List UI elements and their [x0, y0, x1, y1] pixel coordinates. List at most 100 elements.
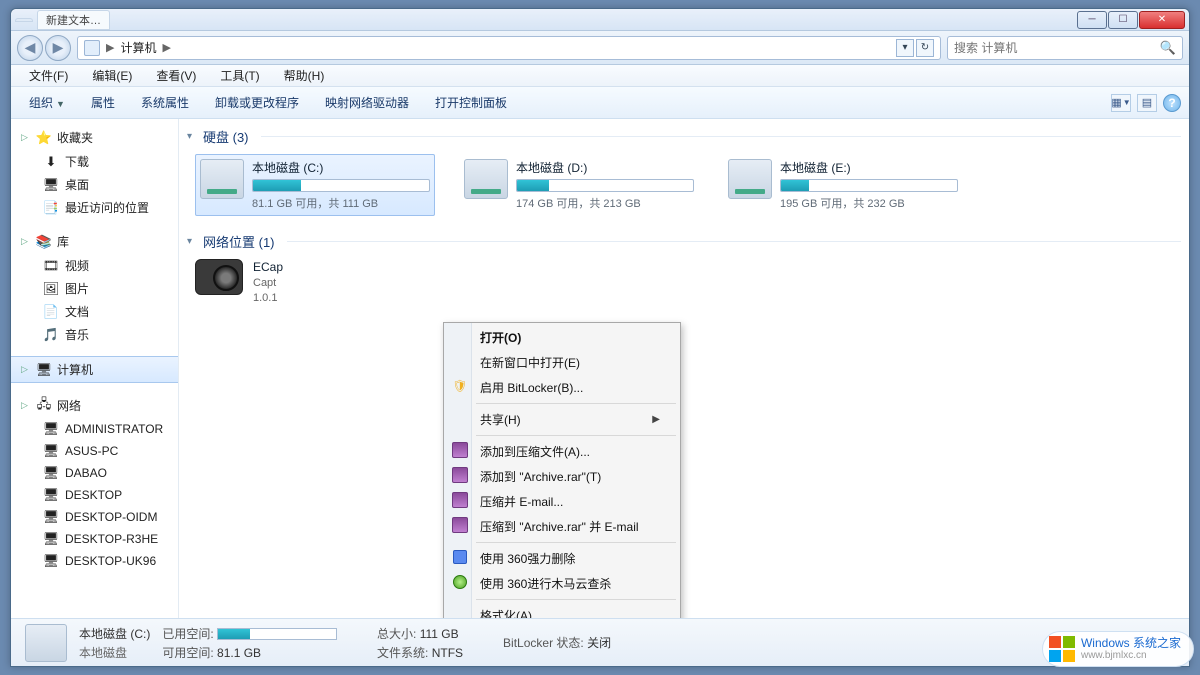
command-toolbar: 组织▼ 属性 系统属性 卸载或更改程序 映射网络驱动器 打开控制面板 ▦▼ ▤ … [11, 87, 1189, 119]
help-icon[interactable]: ? [1163, 94, 1181, 112]
maximize-button[interactable]: ☐ [1108, 11, 1138, 29]
menu-help[interactable]: 帮助(H) [274, 65, 335, 86]
sidebar-network-pc[interactable]: 🖥DESKTOP-OIDM [11, 506, 178, 528]
map-drive-button[interactable]: 映射网络驱动器 [315, 90, 419, 115]
ctx-share[interactable]: 共享(H)▶ [446, 407, 678, 432]
tab-background[interactable] [15, 18, 33, 22]
music-icon: 🎵 [43, 327, 59, 343]
ctx-open-new-window[interactable]: 在新窗口中打开(E) [446, 350, 678, 375]
drive-e-usage-bar [780, 179, 958, 192]
sidebar-network[interactable]: ▷ 🖧 网络 [11, 393, 178, 418]
system-properties-button[interactable]: 系统属性 [131, 90, 199, 115]
organize-button[interactable]: 组织▼ [19, 90, 75, 115]
status-drive-name: 本地磁盘 (C:) [79, 625, 150, 642]
status-free-label: 可用空间: [162, 646, 213, 660]
drive-e[interactable]: 本地磁盘 (E:) 195 GB 可用，共 232 GB [723, 154, 963, 216]
star-icon: ⭐ [36, 130, 52, 146]
rar-icon [452, 517, 468, 533]
drive-d-usage-bar [516, 179, 694, 192]
pc-icon: 🖥 [43, 443, 59, 459]
network-group-header[interactable]: ▾ 网络位置 (1) [179, 230, 1189, 253]
ctx-add-archive[interactable]: 添加到压缩文件(A)... [446, 439, 678, 464]
sidebar-libraries-label: 库 [57, 233, 69, 250]
network-locations-group: ▾ 网络位置 (1) ECap Capt 1.0.1 [179, 230, 1189, 307]
status-total-label: 总大小: [377, 627, 416, 641]
menu-tools[interactable]: 工具(T) [210, 65, 269, 86]
status-bitlocker-label: BitLocker 状态: [503, 636, 584, 650]
sidebar-favorites-label: 收藏夹 [57, 129, 93, 146]
ctx-add-archive-rar[interactable]: 添加到 "Archive.rar"(T) [446, 464, 678, 489]
status-usage-bar [217, 628, 337, 640]
sidebar-item-documents[interactable]: 📄文档 [11, 300, 178, 323]
drive-d-sub: 174 GB 可用，共 213 GB [516, 195, 694, 211]
breadcrumb-computer[interactable]: 计算机 [120, 39, 156, 56]
ctx-open[interactable]: 打开(O) [446, 325, 678, 350]
refresh-button[interactable]: ↻ [916, 39, 934, 57]
status-bitlocker-value: 关闭 [587, 636, 611, 650]
menu-edit[interactable]: 编辑(E) [82, 65, 142, 86]
sidebar-item-music[interactable]: 🎵音乐 [11, 323, 178, 346]
ctx-format[interactable]: 格式化(A)... [446, 603, 678, 618]
pc-icon: 🖥 [43, 465, 59, 481]
sidebar-network-pc[interactable]: 🖥ADMINISTRATOR [11, 418, 178, 440]
sidebar-item-recent[interactable]: 📑最近访问的位置 [11, 196, 178, 219]
ctx-bitlocker[interactable]: 🛡 启用 BitLocker(B)... [446, 375, 678, 400]
sidebar-network-label: 网络 [57, 397, 81, 414]
status-used-label: 已用空间: [162, 627, 213, 641]
sidebar-network-pc[interactable]: 🖥DABAO [11, 462, 178, 484]
ctx-compress-email[interactable]: 压缩并 E-mail... [446, 489, 678, 514]
preview-pane-button[interactable]: ▤ [1137, 94, 1157, 112]
uninstall-button[interactable]: 卸载或更改程序 [205, 90, 309, 115]
view-options-button[interactable]: ▦▼ [1111, 94, 1131, 112]
expand-icon: ▷ [21, 132, 31, 143]
rar-icon [452, 442, 468, 458]
sidebar-network-pc[interactable]: 🖥ASUS-PC [11, 440, 178, 462]
ctx-compress-rar-email[interactable]: 压缩到 "Archive.rar" 并 E-mail [446, 514, 678, 539]
sidebar-item-desktop[interactable]: 🖥桌面 [11, 173, 178, 196]
properties-button[interactable]: 属性 [81, 90, 125, 115]
ctx-360-scan[interactable]: 使用 360进行木马云查杀 [446, 571, 678, 596]
close-button[interactable]: ✕ [1139, 11, 1185, 29]
sidebar-network-pc[interactable]: 🖥DESKTOP [11, 484, 178, 506]
drives-group-label: 硬盘 (3) [203, 127, 249, 146]
minimize-button[interactable]: ─ [1077, 11, 1107, 29]
library-icon: 📚 [36, 234, 52, 250]
sidebar-computer-label: 计算机 [57, 361, 93, 378]
sidebar-libraries[interactable]: ▷ 📚 库 [11, 229, 178, 254]
drive-e-sub: 195 GB 可用，共 232 GB [780, 195, 958, 211]
watermark-url: www.bjmlxc.cn [1081, 650, 1181, 661]
sidebar-network-pc[interactable]: 🖥DESKTOP-UK96 [11, 550, 178, 572]
ctx-360-delete[interactable]: 使用 360强力删除 [446, 546, 678, 571]
drive-c[interactable]: 本地磁盘 (C:) 81.1 GB 可用，共 111 GB [195, 154, 435, 216]
drives-group-header[interactable]: ▾ 硬盘 (3) [179, 125, 1189, 148]
status-drive-type: 本地磁盘 [79, 644, 150, 661]
network-location-item[interactable]: ECap Capt 1.0.1 [253, 259, 283, 307]
camera-icon [195, 259, 243, 295]
search-input[interactable] [954, 41, 1160, 55]
computer-icon: 🖥 [36, 362, 52, 378]
drive-d[interactable]: 本地磁盘 (D:) 174 GB 可用，共 213 GB [459, 154, 699, 216]
network-item-sub1: Capt [253, 276, 283, 291]
pc-icon: 🖥 [43, 487, 59, 503]
menu-view[interactable]: 查看(V) [146, 65, 206, 86]
forward-button[interactable]: ▶ [45, 35, 71, 61]
sidebar-item-pictures[interactable]: 🖼图片 [11, 277, 178, 300]
tab-foreground[interactable]: 新建文本… [37, 10, 110, 30]
sidebar-network-pc[interactable]: 🖥DESKTOP-R3HE [11, 528, 178, 550]
menu-file[interactable]: 文件(F) [19, 65, 78, 86]
address-bar[interactable]: ▶ 计算机 ▶ ▾ ↻ [77, 36, 941, 60]
address-dropdown-button[interactable]: ▾ [896, 39, 914, 57]
pc-icon: 🖥 [43, 421, 59, 437]
pc-icon: 🖥 [43, 553, 59, 569]
sidebar-item-videos[interactable]: 🎞视频 [11, 254, 178, 277]
back-button[interactable]: ◀ [17, 35, 43, 61]
pc-icon: 🖥 [43, 531, 59, 547]
sidebar-computer[interactable]: ▷ 🖥 计算机 [11, 356, 178, 383]
nav-back-forward: ◀ ▶ [17, 35, 71, 61]
sidebar-favorites[interactable]: ▷ ⭐ 收藏夹 [11, 125, 178, 150]
search-icon[interactable]: 🔍 [1160, 40, 1176, 56]
network-group-label: 网络位置 (1) [203, 232, 275, 251]
search-box[interactable]: 🔍 [947, 36, 1183, 60]
sidebar-item-downloads[interactable]: ⬇下载 [11, 150, 178, 173]
control-panel-button[interactable]: 打开控制面板 [425, 90, 517, 115]
